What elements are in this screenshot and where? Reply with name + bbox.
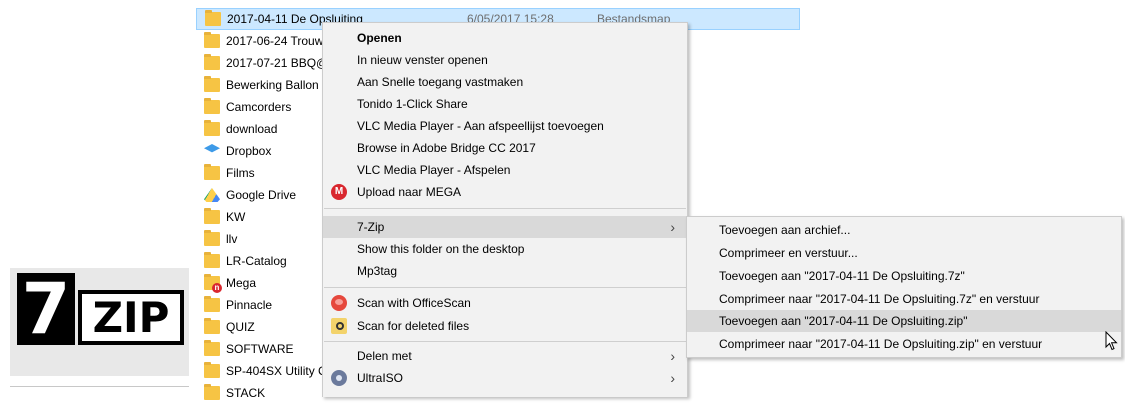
context-menu: Openen In nieuw venster openen Aan Snell… — [322, 22, 688, 397]
menu-item-label: Browse in Adobe Bridge CC 2017 — [357, 141, 536, 155]
menu-item-upload-mega[interactable]: M Upload naar MEGA — [323, 181, 687, 203]
menu-item-label: Delen met — [357, 349, 412, 363]
file-name: Pinnacle — [226, 298, 273, 312]
folder-icon — [204, 296, 220, 312]
menu-item-label: Scan with OfficeScan — [357, 296, 471, 310]
dropbox-icon — [204, 144, 220, 153]
folder-icon — [204, 318, 220, 334]
7zip-logo-zip: ZIP — [78, 290, 184, 345]
scan-deleted-icon — [331, 318, 347, 334]
submenu-item-label: Toevoegen aan "2017-04-11 De Opsluiting.… — [719, 314, 968, 328]
file-name: llv — [226, 232, 238, 246]
mega-folder-icon — [204, 274, 222, 293]
folder-icon — [204, 32, 220, 48]
menu-item-openen[interactable]: Openen — [323, 27, 687, 49]
chevron-right-icon: › — [670, 348, 675, 364]
file-name: download — [226, 122, 278, 136]
file-name: SOFTWARE — [226, 342, 294, 356]
menu-separator — [324, 341, 686, 342]
menu-item-label: Scan for deleted files — [357, 319, 470, 333]
submenu-item-compress-zip-email[interactable]: Comprimeer naar "2017-04-11 De Opsluitin… — [687, 333, 1121, 355]
chevron-right-icon: › — [670, 219, 675, 235]
file-name: 2017-06-24 Trouw — [226, 34, 324, 48]
google-drive-icon — [204, 188, 220, 202]
submenu-item-compress-email[interactable]: Comprimeer en verstuur... — [687, 242, 1121, 264]
menu-item-label: Aan Snelle toegang vastmaken — [357, 75, 524, 89]
folder-icon — [204, 164, 220, 180]
file-name: Google Drive — [226, 188, 297, 202]
folder-icon — [204, 98, 220, 114]
menu-item-label: Tonido 1-Click Share — [357, 97, 468, 111]
menu-item-vlc-add-playlist[interactable]: VLC Media Player - Aan afspeellijst toev… — [323, 115, 687, 137]
mega-icon: M — [331, 184, 347, 200]
file-name: Mega — [226, 276, 257, 290]
menu-item-label: Openen — [357, 31, 402, 45]
menu-item-adobe-bridge[interactable]: Browse in Adobe Bridge CC 2017 — [323, 137, 687, 159]
folder-icon — [204, 208, 220, 224]
menu-item-label: UltraISO — [357, 371, 404, 385]
file-name: Dropbox — [226, 144, 272, 158]
7zip-logo: 7 ZIP — [10, 268, 189, 376]
menu-item-officescan[interactable]: Scan with OfficeScan — [323, 292, 687, 314]
logo-divider — [10, 386, 189, 387]
file-name: KW — [226, 210, 246, 224]
file-name: Films — [226, 166, 255, 180]
submenu-item-label: Comprimeer naar "2017-04-11 De Opsluitin… — [719, 337, 1043, 351]
submenu-item-add-zip[interactable]: Toevoegen aan "2017-04-11 De Opsluiting.… — [687, 310, 1121, 332]
menu-item-ultraiso[interactable]: UltraISO › — [323, 367, 687, 389]
file-name: STACK — [226, 386, 266, 400]
menu-item-open-new-window[interactable]: In nieuw venster openen — [323, 49, 687, 71]
submenu-item-add-archive[interactable]: Toevoegen aan archief... — [687, 219, 1121, 241]
menu-item-tonido-share[interactable]: Tonido 1-Click Share — [323, 93, 687, 115]
menu-item-label: 7-Zip — [357, 220, 385, 234]
menu-item-show-on-desktop[interactable]: Show this folder on the desktop — [323, 238, 687, 260]
mouse-cursor-icon — [1105, 331, 1118, 351]
submenu-item-label: Toevoegen aan archief... — [719, 223, 851, 237]
folder-icon — [204, 252, 220, 268]
file-name: LR-Catalog — [226, 254, 287, 268]
folder-icon — [204, 384, 220, 400]
folder-icon — [204, 340, 220, 356]
menu-item-label: Show this folder on the desktop — [357, 242, 525, 256]
menu-separator — [324, 287, 686, 288]
menu-item-label: Upload naar MEGA — [357, 185, 462, 199]
folder-icon — [204, 120, 220, 136]
file-name: 2017-07-21 BBQ@ — [226, 56, 329, 70]
chevron-right-icon: › — [670, 370, 675, 386]
file-name: Bewerking Ballon — [226, 78, 319, 92]
menu-item-label: VLC Media Player - Afspelen — [357, 163, 511, 177]
menu-item-label: In nieuw venster openen — [357, 53, 488, 67]
submenu-item-label: Comprimeer en verstuur... — [719, 246, 858, 260]
folder-icon — [204, 230, 220, 246]
folder-icon — [205, 10, 221, 26]
submenu-item-label: Comprimeer naar "2017-04-11 De Opsluitin… — [719, 292, 1040, 306]
officescan-icon — [331, 295, 347, 311]
menu-item-pin-quick-access[interactable]: Aan Snelle toegang vastmaken — [323, 71, 687, 93]
menu-item-label: Mp3tag — [357, 264, 398, 278]
submenu-item-add-7z[interactable]: Toevoegen aan "2017-04-11 De Opsluiting.… — [687, 265, 1121, 287]
file-name: SP-404SX Utility C — [226, 364, 327, 378]
file-name: Camcorders — [226, 100, 292, 114]
folder-icon — [204, 54, 220, 70]
file-name: QUIZ — [226, 320, 255, 334]
submenu-item-label: Toevoegen aan "2017-04-11 De Opsluiting.… — [719, 269, 965, 283]
menu-item-share-with[interactable]: Delen met › — [323, 345, 687, 367]
menu-item-label: VLC Media Player - Aan afspeellijst toev… — [357, 119, 604, 133]
menu-separator — [324, 208, 686, 209]
ultraiso-icon — [331, 370, 347, 386]
menu-item-7zip[interactable]: 7-Zip › — [323, 216, 687, 238]
7zip-logo-seven: 7 — [17, 273, 75, 345]
folder-icon — [204, 76, 220, 92]
menu-item-vlc-play[interactable]: VLC Media Player - Afspelen — [323, 159, 687, 181]
7zip-submenu: Toevoegen aan archief... Comprimeer en v… — [686, 216, 1122, 358]
submenu-item-compress-7z-email[interactable]: Comprimeer naar "2017-04-11 De Opsluitin… — [687, 288, 1121, 310]
menu-item-scan-deleted[interactable]: Scan for deleted files — [323, 315, 687, 337]
menu-item-mp3tag[interactable]: Mp3tag — [323, 260, 687, 282]
folder-icon — [204, 362, 220, 378]
